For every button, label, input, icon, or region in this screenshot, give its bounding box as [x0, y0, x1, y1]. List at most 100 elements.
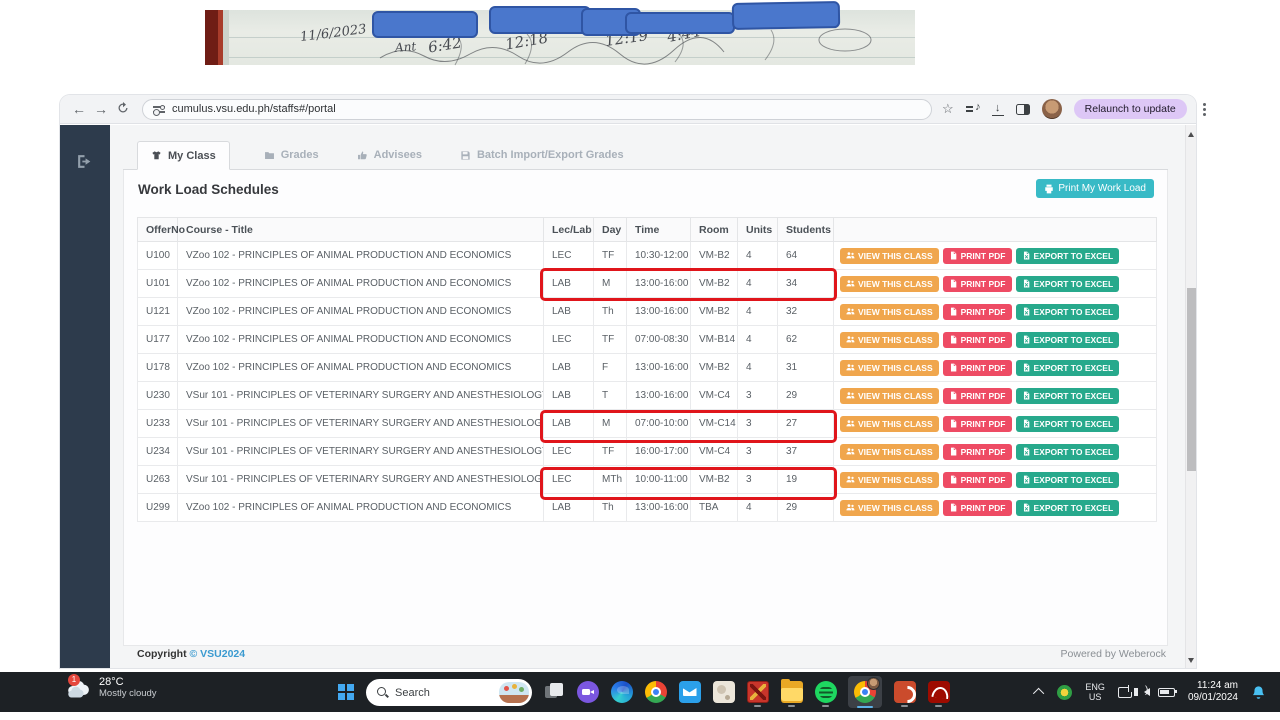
- cell-time: 10:30-12:00: [627, 242, 691, 270]
- cell-leclab: LEC: [544, 242, 594, 270]
- print-pdf-button[interactable]: PRINT PDF: [943, 500, 1012, 516]
- tab-batch-import-export-grades[interactable]: Batch Import/Export Grades: [456, 141, 628, 169]
- export-to-excel-button[interactable]: EXPORT TO EXCEL: [1016, 332, 1120, 348]
- scrollbar-up-arrow[interactable]: [1188, 132, 1194, 137]
- view-this-class-button[interactable]: VIEW THIS CLASS: [840, 304, 939, 320]
- view-this-class-button[interactable]: VIEW THIS CLASS: [840, 360, 939, 376]
- site-settings-icon[interactable]: [153, 104, 165, 114]
- export-to-excel-button[interactable]: EXPORT TO EXCEL: [1016, 416, 1120, 432]
- cell-units: 4: [738, 354, 778, 382]
- print-pdf-button[interactable]: PRINT PDF: [943, 276, 1012, 292]
- menu-dots-icon[interactable]: [1203, 108, 1206, 111]
- print-pdf-button[interactable]: PRINT PDF: [943, 444, 1012, 460]
- excel-file-icon: [1022, 251, 1031, 260]
- hidden-icons-chevron[interactable]: [1033, 688, 1044, 699]
- button-label: PRINT PDF: [961, 475, 1006, 485]
- cell-day: MTh: [594, 466, 627, 494]
- export-to-excel-button[interactable]: EXPORT TO EXCEL: [1016, 276, 1120, 292]
- language-indicator[interactable]: ENG US: [1085, 682, 1105, 703]
- clipchamp-icon[interactable]: [576, 677, 599, 707]
- scrollbar-thumb[interactable]: [1187, 288, 1196, 471]
- acrobat-icon[interactable]: [927, 677, 950, 707]
- printer-icon: [1044, 184, 1054, 194]
- view-this-class-button[interactable]: VIEW THIS CLASS: [840, 248, 939, 264]
- mail-icon[interactable]: [678, 677, 701, 707]
- print-pdf-button[interactable]: PRINT PDF: [943, 248, 1012, 264]
- task-view-icon[interactable]: [542, 677, 565, 707]
- reload-icon[interactable]: [112, 101, 134, 117]
- redaction-box: [625, 12, 735, 34]
- game-light-icon[interactable]: [712, 677, 735, 707]
- export-to-excel-button[interactable]: EXPORT TO EXCEL: [1016, 444, 1120, 460]
- view-this-class-button[interactable]: VIEW THIS CLASS: [840, 332, 939, 348]
- export-to-excel-button[interactable]: EXPORT TO EXCEL: [1016, 304, 1120, 320]
- chrome-profile-icon[interactable]: [848, 676, 882, 708]
- bookmark-star-icon[interactable]: ☆: [942, 101, 954, 117]
- print-pdf-button[interactable]: PRINT PDF: [943, 472, 1012, 488]
- cell-students: 31: [778, 354, 834, 382]
- cell-leclab: LAB: [544, 270, 594, 298]
- print-my-workload-button[interactable]: Print My Work Load: [1036, 179, 1154, 198]
- view-this-class-button[interactable]: VIEW THIS CLASS: [840, 276, 939, 292]
- cell-room: VM-B2: [691, 242, 738, 270]
- side-panel-icon[interactable]: [1016, 104, 1030, 115]
- print-pdf-button[interactable]: PRINT PDF: [943, 304, 1012, 320]
- sign-out-icon[interactable]: [76, 153, 93, 170]
- export-to-excel-button[interactable]: EXPORT TO EXCEL: [1016, 388, 1120, 404]
- cell-time: 10:00-11:00: [627, 466, 691, 494]
- export-to-excel-button[interactable]: EXPORT TO EXCEL: [1016, 472, 1120, 488]
- start-button[interactable]: [338, 684, 354, 700]
- cell-actions: VIEW THIS CLASSPRINT PDFEXPORT TO EXCEL: [834, 354, 1157, 382]
- print-pdf-button[interactable]: PRINT PDF: [943, 332, 1012, 348]
- antivirus-tray-icon[interactable]: [1057, 685, 1072, 700]
- view-this-class-button[interactable]: VIEW THIS CLASS: [840, 388, 939, 404]
- bing-daily-image[interactable]: [499, 682, 529, 703]
- download-icon[interactable]: ↓: [992, 103, 1004, 116]
- edge-icon[interactable]: [610, 677, 633, 707]
- column-header: [834, 218, 1157, 242]
- view-this-class-button[interactable]: VIEW THIS CLASS: [840, 500, 939, 516]
- forward-icon[interactable]: →: [90, 101, 112, 117]
- notification-bell-icon[interactable]: [1251, 685, 1266, 700]
- tab-grades[interactable]: Grades: [260, 141, 323, 169]
- cell-day: TF: [594, 438, 627, 466]
- tab-advisees[interactable]: Advisees: [353, 141, 426, 169]
- taskbar-search[interactable]: Search: [366, 679, 532, 706]
- tab-label: My Class: [168, 150, 216, 162]
- relaunch-to-update-button[interactable]: Relaunch to update: [1074, 99, 1187, 119]
- view-this-class-button[interactable]: VIEW THIS CLASS: [840, 416, 939, 432]
- weather-widget[interactable]: 1 28°C Mostly cloudy: [66, 676, 157, 699]
- file-explorer-icon[interactable]: [780, 677, 803, 707]
- game-red-icon[interactable]: [746, 677, 769, 707]
- cell-course: VZoo 102 - PRINCIPLES OF ANIMAL PRODUCTI…: [178, 494, 544, 522]
- page-scrollbar[interactable]: [1185, 125, 1196, 668]
- table-row: U230VSur 101 - PRINCIPLES OF VETERINARY …: [138, 382, 1157, 410]
- button-label: PRINT PDF: [961, 307, 1006, 317]
- view-this-class-button[interactable]: VIEW THIS CLASS: [840, 444, 939, 460]
- export-to-excel-button[interactable]: EXPORT TO EXCEL: [1016, 360, 1120, 376]
- vsu-link[interactable]: © VSU2024: [190, 648, 246, 660]
- spotify-icon[interactable]: [814, 677, 837, 707]
- print-pdf-button[interactable]: PRINT PDF: [943, 416, 1012, 432]
- media-controls-icon[interactable]: [966, 103, 980, 115]
- back-icon[interactable]: ←: [68, 101, 90, 117]
- profile-avatar[interactable]: [1042, 99, 1062, 119]
- excel-file-icon: [1022, 447, 1031, 456]
- powerpoint-icon[interactable]: [893, 677, 916, 707]
- users-icon: [846, 503, 855, 512]
- cell-room: VM-B14: [691, 326, 738, 354]
- clock[interactable]: 11:24 am 09/01/2024: [1188, 680, 1238, 705]
- print-pdf-button[interactable]: PRINT PDF: [943, 388, 1012, 404]
- view-this-class-button[interactable]: VIEW THIS CLASS: [840, 472, 939, 488]
- scrollbar-down-arrow[interactable]: [1188, 658, 1194, 663]
- chrome-icon[interactable]: [644, 677, 667, 707]
- system-icons[interactable]: [1118, 687, 1175, 698]
- excel-file-icon: [1022, 279, 1031, 288]
- redaction-box: [489, 6, 591, 34]
- button-label: EXPORT TO EXCEL: [1034, 475, 1114, 485]
- export-to-excel-button[interactable]: EXPORT TO EXCEL: [1016, 248, 1120, 264]
- tab-my-class[interactable]: My Class: [137, 141, 230, 170]
- export-to-excel-button[interactable]: EXPORT TO EXCEL: [1016, 500, 1120, 516]
- print-pdf-button[interactable]: PRINT PDF: [943, 360, 1012, 376]
- address-bar[interactable]: cumulus.vsu.edu.ph/staffs#/portal: [142, 99, 932, 120]
